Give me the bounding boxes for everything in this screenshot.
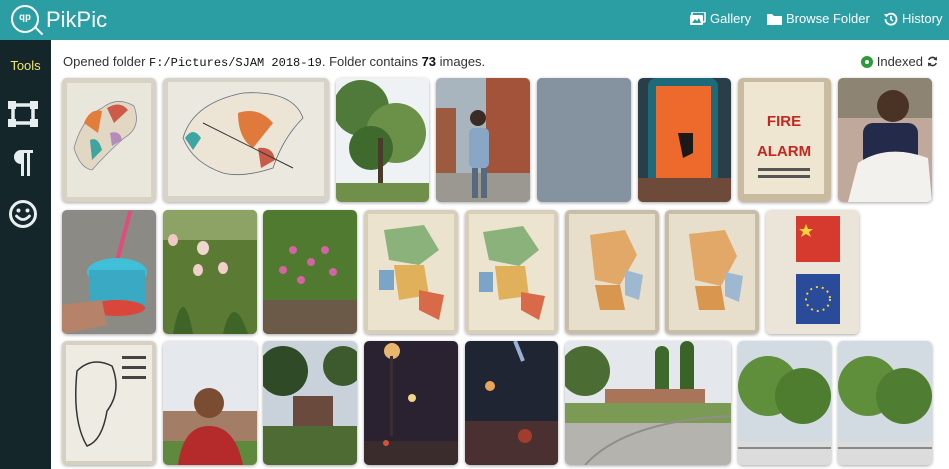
thumbnail[interactable] (263, 341, 357, 465)
thumbnail-picture (838, 78, 932, 202)
app-title[interactable]: PikPic (46, 7, 107, 33)
svg-text:FIRE: FIRE (767, 113, 801, 130)
indexed-label: Indexed (876, 54, 923, 69)
thumbnail-picture (163, 341, 257, 465)
thumbnail[interactable] (638, 78, 731, 202)
thumbnail[interactable] (163, 78, 329, 202)
thumbnail[interactable] (838, 78, 932, 202)
thumbnail[interactable] (738, 341, 831, 465)
paragraph-icon (14, 150, 33, 176)
image-count: 73 (421, 54, 437, 69)
logo-text: qp (18, 13, 31, 24)
thumbnail[interactable] (263, 210, 357, 334)
thumbnail-picture (263, 210, 357, 334)
thumbnail[interactable]: FIRE ALARM (738, 78, 831, 202)
thumbnail-picture (163, 78, 329, 202)
thumbnail-picture (465, 210, 558, 334)
thumbnail-picture (163, 210, 257, 334)
crop-tool-button[interactable] (6, 97, 40, 131)
thumbnail[interactable] (766, 210, 859, 334)
thumbnail-picture (638, 78, 731, 202)
thumbnail[interactable] (565, 210, 659, 334)
thumbnail[interactable] (163, 341, 257, 465)
text-tool-button[interactable] (6, 146, 40, 180)
thumbnail-picture (263, 341, 357, 465)
history-label: History (902, 11, 943, 26)
svg-text:ALARM: ALARM (757, 143, 811, 160)
folder-status: Opened folder F:/Pictures/SJAM 2018-19. … (63, 54, 485, 70)
thumbnail[interactable] (62, 78, 156, 202)
thumbnail-picture (364, 341, 458, 465)
history-button[interactable]: History (884, 11, 942, 26)
thumbnail-picture (565, 341, 731, 465)
thumbnail-picture (665, 210, 759, 334)
thumbnail[interactable] (565, 341, 731, 465)
thumbnail[interactable] (62, 341, 156, 465)
folder-icon (767, 13, 782, 25)
smiley-icon (9, 200, 37, 228)
thumbnail[interactable] (364, 210, 458, 334)
thumbnail-picture (336, 78, 429, 202)
gallery-label: Gallery (710, 11, 752, 26)
thumbnail[interactable] (665, 210, 759, 334)
thumbnail-picture (62, 210, 156, 334)
thumbnail[interactable] (465, 210, 558, 334)
thumbnail[interactable] (436, 78, 530, 202)
browse-folder-label: Browse Folder (786, 11, 870, 26)
index-status: Indexed (860, 54, 938, 69)
thumbnail-picture (565, 210, 659, 334)
thumbnail[interactable] (364, 341, 458, 465)
thumbnail[interactable] (537, 78, 631, 202)
refresh-icon[interactable] (927, 56, 938, 67)
thumbnail[interactable] (163, 210, 257, 334)
browse-folder-button[interactable]: Browse Folder (767, 11, 870, 26)
thumbnail[interactable] (465, 341, 558, 465)
thumbnail-picture (766, 210, 859, 334)
thumbnail-picture (436, 78, 530, 202)
thumbnail-picture: FIRE ALARM (738, 78, 831, 202)
history-icon (884, 12, 898, 26)
logo-handle (34, 26, 44, 36)
thumbnail-picture (738, 341, 831, 465)
status-suffix: images. (436, 54, 486, 69)
status-middle: . Folder contains (321, 54, 422, 69)
thumbnail-picture (62, 78, 156, 202)
status-prefix: Opened folder (63, 54, 150, 69)
thumbnail[interactable] (62, 210, 156, 334)
thumbnail-picture (364, 210, 458, 334)
top-bar: qp PikPic Gallery Browse Folder History (0, 0, 949, 40)
folder-path: F:/Pictures/SJAM 2018-19 (149, 56, 322, 70)
thumbnail[interactable] (838, 341, 932, 465)
thumbnail-picture (537, 78, 631, 202)
indexed-status-icon (860, 55, 873, 68)
gallery-icon (690, 12, 706, 25)
thumbnail-picture (838, 341, 932, 465)
thumbnail-picture (62, 341, 156, 465)
emoji-tool-button[interactable] (6, 197, 40, 231)
gallery-button[interactable]: Gallery (690, 11, 751, 26)
crop-icon (8, 101, 38, 127)
tools-label: Tools (10, 58, 41, 73)
tools-sidebar: Tools (0, 40, 51, 469)
thumbnail[interactable] (336, 78, 429, 202)
thumbnail-picture (465, 341, 558, 465)
